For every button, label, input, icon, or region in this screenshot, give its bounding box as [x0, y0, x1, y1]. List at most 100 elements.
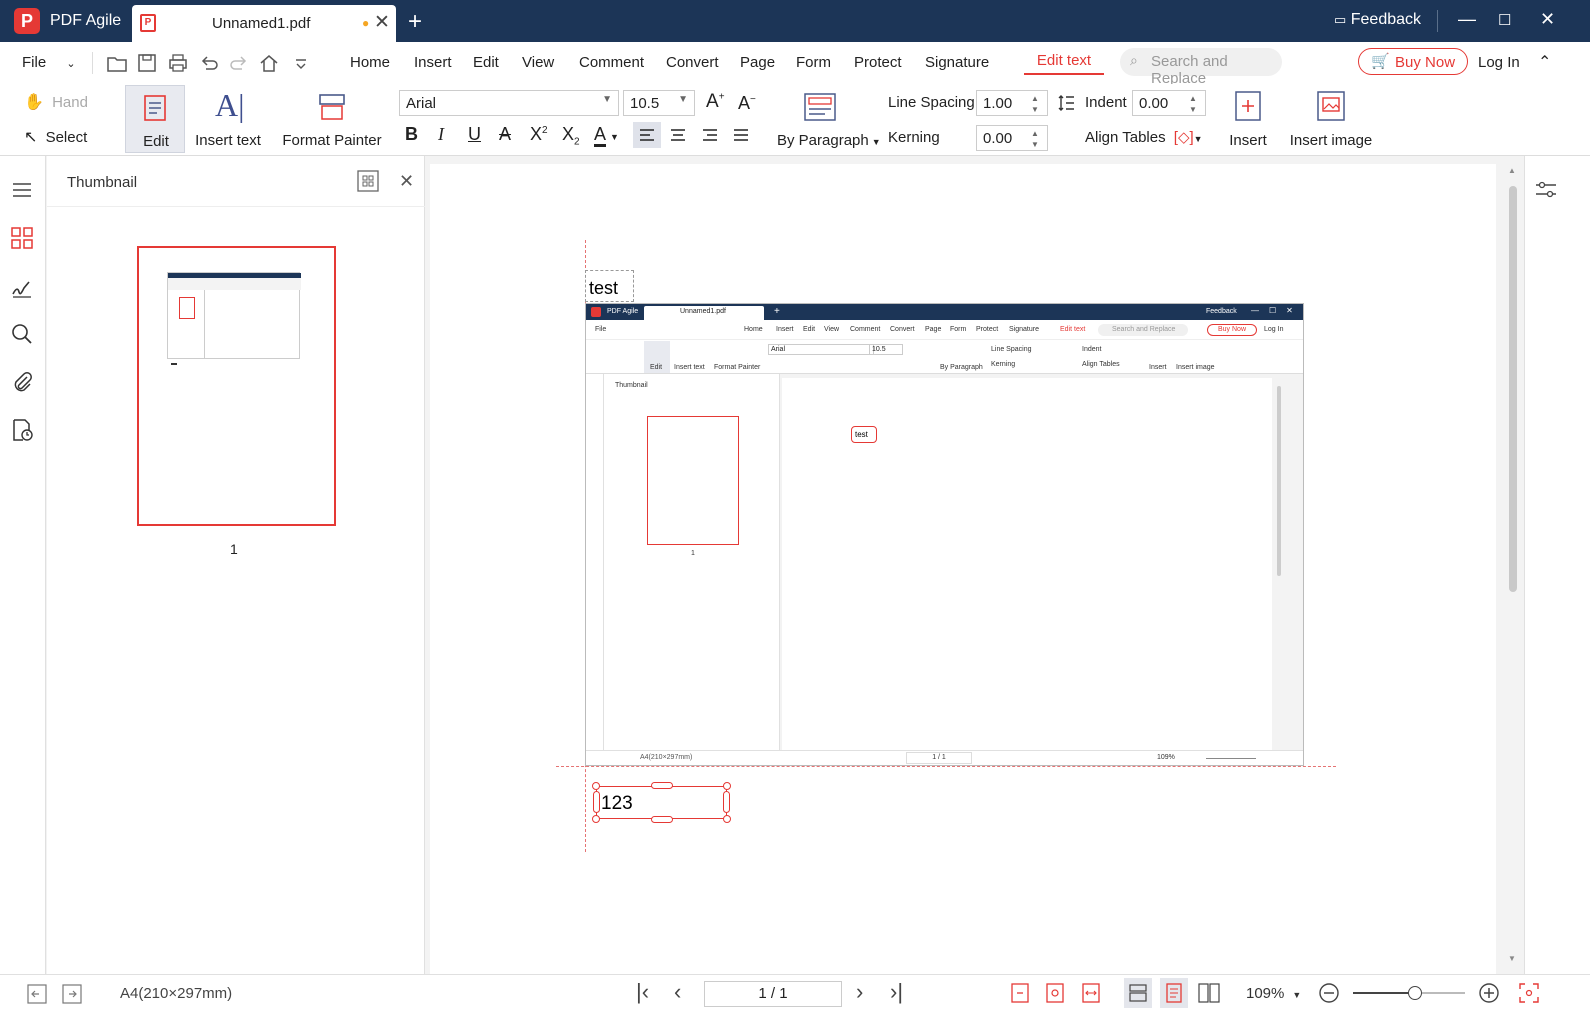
- continuous-view-button[interactable]: [1160, 978, 1188, 1008]
- menu-signature[interactable]: Signature: [925, 54, 989, 71]
- indent-input[interactable]: 0.00 ▲ ▼: [1132, 90, 1206, 116]
- fit-page-icon[interactable]: [1045, 982, 1065, 1004]
- superscript-icon[interactable]: X2: [530, 124, 548, 145]
- justify-icon[interactable]: [733, 127, 749, 143]
- decrease-font-icon[interactable]: A−: [738, 93, 756, 114]
- minimize-icon[interactable]: —: [1458, 9, 1476, 30]
- scroll-down-icon[interactable]: ▼: [1508, 954, 1516, 963]
- text-box-123-selected[interactable]: 123: [596, 786, 727, 819]
- align-left-button[interactable]: [633, 122, 661, 148]
- save-icon[interactable]: [136, 52, 158, 74]
- zoom-out-icon[interactable]: [1318, 982, 1340, 1004]
- page-number-input[interactable]: 1 / 1: [704, 981, 842, 1007]
- print-icon[interactable]: [167, 52, 189, 74]
- spin-down-icon[interactable]: ▼: [1025, 139, 1045, 150]
- zoom-select[interactable]: 109% ▼: [1246, 985, 1301, 1002]
- previous-view-icon[interactable]: [26, 983, 48, 1005]
- embedded-screenshot-image[interactable]: PDF Agile Unnamed1.pdf + Feedback —☐✕ Fi…: [585, 303, 1304, 766]
- zoom-slider-track[interactable]: [1353, 986, 1465, 1000]
- search-icon[interactable]: [10, 322, 34, 346]
- customize-chevron-icon[interactable]: [290, 52, 312, 74]
- menu-page[interactable]: Page: [740, 54, 775, 71]
- font-size-select[interactable]: 10.5 ▼: [623, 90, 695, 116]
- menu-icon[interactable]: [10, 178, 34, 202]
- feedback-button[interactable]: ▭ Feedback: [1334, 11, 1421, 29]
- by-paragraph-button[interactable]: By Paragraph ▼: [775, 85, 881, 153]
- menu-comment[interactable]: Comment: [579, 54, 644, 71]
- corner-handle-bl[interactable]: [592, 815, 600, 823]
- text-box-123-content[interactable]: 123: [601, 793, 633, 815]
- fullscreen-icon[interactable]: [1518, 982, 1540, 1004]
- font-color-icon[interactable]: A ▼: [594, 124, 619, 147]
- vertical-scrollbar[interactable]: ▲ ▼: [1502, 156, 1524, 974]
- close-panel-icon[interactable]: ✕: [399, 171, 414, 192]
- format-painter-button[interactable]: Format Painter: [282, 85, 382, 153]
- collapse-ribbon-icon[interactable]: ⌃: [1538, 52, 1551, 72]
- align-right-icon[interactable]: [702, 127, 718, 143]
- document-history-icon[interactable]: [10, 418, 34, 442]
- menu-convert[interactable]: Convert: [666, 54, 719, 71]
- corner-handle-br[interactable]: [723, 815, 731, 823]
- thumbnail-grid-icon[interactable]: [10, 226, 34, 250]
- window-close-icon[interactable]: ✕: [1540, 9, 1555, 30]
- home-icon[interactable]: [258, 52, 280, 74]
- font-family-select[interactable]: Arial ▼: [399, 90, 619, 116]
- menu-protect[interactable]: Protect: [854, 54, 902, 71]
- document-tab[interactable]: P Unnamed1.pdf ● ✕: [132, 5, 396, 42]
- next-view-icon[interactable]: [61, 983, 83, 1005]
- scrollbar-thumb[interactable]: [1509, 186, 1517, 592]
- text-box-test[interactable]: test: [585, 270, 634, 302]
- corner-handle-tl[interactable]: [592, 782, 600, 790]
- last-page-icon[interactable]: ›|: [890, 979, 903, 1005]
- insert-image-button[interactable]: Insert image: [1288, 85, 1374, 153]
- spin-up-icon[interactable]: ▲: [1025, 128, 1045, 139]
- single-page-view-button[interactable]: [1124, 978, 1152, 1008]
- resize-handle-right[interactable]: [723, 791, 730, 813]
- next-page-icon[interactable]: ›: [856, 979, 863, 1005]
- italic-icon[interactable]: I: [438, 124, 444, 145]
- scroll-up-icon[interactable]: ▲: [1508, 166, 1516, 175]
- strikethrough-icon[interactable]: A: [499, 124, 511, 145]
- corner-handle-tr[interactable]: [723, 782, 731, 790]
- align-tables-button[interactable]: Align Tables [◇]▼: [1085, 128, 1203, 146]
- properties-sliders-icon[interactable]: [1535, 180, 1557, 200]
- text-box-test-content[interactable]: test: [589, 278, 618, 299]
- line-spacing-input[interactable]: 1.00 ▲ ▼: [976, 90, 1048, 116]
- signature-icon[interactable]: [10, 276, 34, 300]
- actual-size-icon[interactable]: [1010, 982, 1030, 1004]
- thumbnail-page[interactable]: [137, 246, 336, 526]
- bold-icon[interactable]: B: [405, 124, 418, 145]
- spin-up-icon[interactable]: ▲: [1183, 93, 1203, 104]
- close-tab-icon[interactable]: ✕: [374, 11, 390, 34]
- edit-button[interactable]: Edit: [125, 85, 185, 153]
- menu-form[interactable]: Form: [796, 54, 831, 71]
- insert-button[interactable]: Insert: [1222, 85, 1274, 153]
- zoom-in-icon[interactable]: [1478, 982, 1500, 1004]
- increase-font-icon[interactable]: A+: [706, 91, 725, 113]
- new-tab-icon[interactable]: +: [408, 8, 422, 36]
- open-folder-icon[interactable]: [106, 52, 128, 74]
- fit-width-icon[interactable]: [1081, 982, 1101, 1004]
- hand-tool[interactable]: ✋ Hand: [24, 92, 88, 112]
- first-page-icon[interactable]: |‹: [636, 979, 649, 1005]
- menu-edit[interactable]: Edit: [473, 54, 499, 71]
- search-input[interactable]: ⌕ Search and Replace: [1120, 48, 1282, 87]
- spin-down-icon[interactable]: ▼: [1183, 104, 1203, 115]
- tab-edit-text[interactable]: Edit text: [1024, 52, 1104, 69]
- maximize-icon[interactable]: ☐: [1498, 11, 1511, 29]
- two-page-icon[interactable]: [1198, 983, 1220, 1003]
- previous-page-icon[interactable]: ‹: [674, 979, 681, 1005]
- resize-handle-left[interactable]: [593, 791, 600, 813]
- menu-home[interactable]: Home: [350, 54, 390, 71]
- kerning-input[interactable]: 0.00 ▲ ▼: [976, 125, 1048, 151]
- insert-text-button[interactable]: A| Insert text: [190, 85, 266, 153]
- line-spacing-options-icon[interactable]: [1058, 94, 1080, 112]
- zoom-slider-handle[interactable]: [1408, 986, 1422, 1000]
- resize-handle-top[interactable]: [651, 782, 673, 789]
- select-tool[interactable]: ↖ Select: [24, 127, 87, 147]
- undo-icon[interactable]: [198, 52, 220, 74]
- resize-handle-bottom[interactable]: [651, 816, 673, 823]
- buy-now-button[interactable]: 🛒 Buy Now: [1358, 48, 1468, 75]
- file-menu[interactable]: File ⌄: [22, 54, 76, 71]
- thumbnail-options-icon[interactable]: [357, 170, 379, 192]
